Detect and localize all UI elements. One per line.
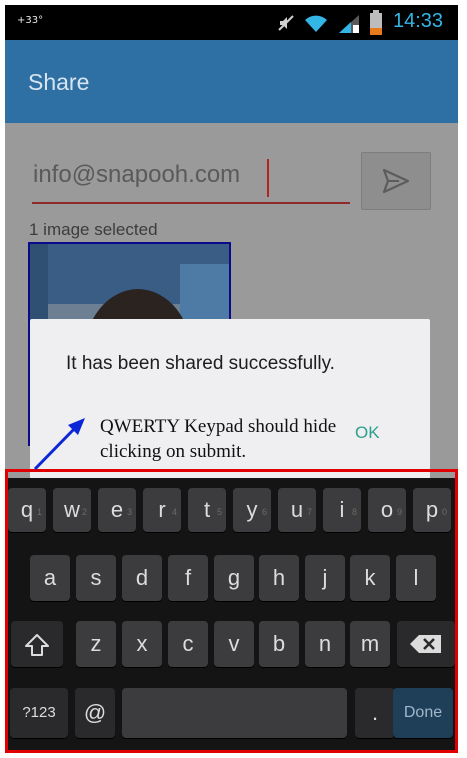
annotation-note: QWERTY Keypad should hide clicking on su… [100, 416, 337, 462]
page-title: Share [28, 69, 90, 95]
dialog-message: It has been shared successfully. [66, 353, 335, 374]
clock-time: 14:33 [393, 10, 444, 32]
email-input[interactable]: info@snapooh.com [33, 161, 240, 189]
send-button[interactable] [361, 152, 431, 210]
ok-button[interactable]: OK [355, 423, 380, 443]
mute-icon [278, 15, 294, 31]
battery-icon [370, 10, 382, 35]
email-input-underline [32, 202, 350, 204]
signal-icon [339, 15, 359, 33]
keyboard-highlight-frame [5, 469, 458, 753]
annotation-arrow-icon [33, 418, 85, 471]
text-cursor [267, 159, 269, 197]
wifi-icon [305, 15, 327, 32]
send-icon [382, 168, 410, 194]
status-bar: +33° 14:33 [5, 5, 458, 40]
temperature-text: +33° [17, 15, 44, 26]
selection-count: 1 image selected [29, 220, 158, 239]
action-bar: Share [5, 40, 458, 123]
